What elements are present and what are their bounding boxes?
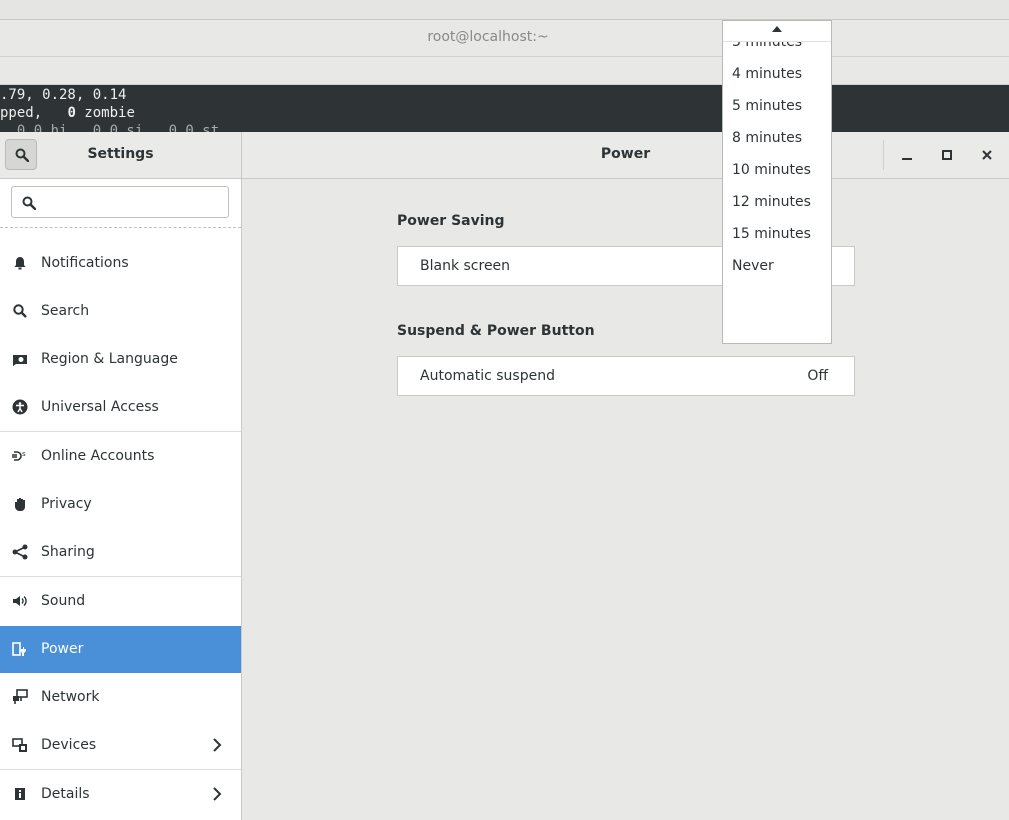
chevron-right-icon [213,787,222,801]
online-accounts-icon: s [12,450,26,461]
devices-icon [12,738,27,752]
settings-window: Settings Power Notifications Search Regi… [0,132,1009,820]
close-button[interactable] [976,145,998,165]
sidebar-item-label: Online Accounts [41,448,155,464]
power-saving-title: Power Saving [397,213,505,229]
dropdown-option[interactable]: 10 minutes [732,162,811,178]
sidebar-divider [0,227,241,228]
hand-icon [15,498,25,511]
maximize-icon [942,150,952,160]
sidebar-item-network[interactable]: Network [0,674,241,721]
sidebar-item-label: Region & Language [41,351,178,367]
sidebar-separator [0,431,241,432]
bell-icon [14,257,26,270]
sidebar-item-universal-access[interactable]: Universal Access [0,384,241,431]
sidebar-item-label: Devices [41,737,97,753]
sidebar-item-region-language[interactable]: Region & Language [0,336,241,383]
terminal-text: zombie [75,105,135,121]
sidebar-item-label: Sharing [41,544,95,560]
maximize-button[interactable] [936,145,958,165]
sidebar-item-sharing[interactable]: Sharing [0,529,241,576]
info-icon [15,788,25,800]
blank-screen-label: Blank screen [420,258,511,274]
sidebar-item-search[interactable]: Search [0,288,241,335]
sidebar-item-power[interactable]: Power [0,626,241,673]
dropdown-option[interactable]: 5 minutes [732,98,802,114]
dropdown-option[interactable]: Never [732,258,774,274]
automatic-suspend-row[interactable]: Automatic suspend Off [397,356,855,396]
sidebar-item-online-accounts[interactable]: s Online Accounts [0,433,241,480]
terminal-line: 0.0 hi, 0.0 si, 0.0 st [0,123,220,132]
automatic-suspend-value: Off [807,368,828,384]
minimize-icon [902,158,912,160]
region-icon [13,355,27,366]
sidebar-separator [0,576,241,577]
search-input[interactable] [11,186,229,218]
sidebar-item-label: Sound [41,593,86,609]
sidebar-item-details[interactable]: Details [0,771,241,818]
terminal-text: pped, [0,105,68,121]
minimize-button[interactable] [896,145,918,165]
dropdown-option[interactable]: 8 minutes [732,130,802,146]
panel-headerbar: Power [242,132,1009,179]
scroll-up-arrow[interactable] [723,21,831,42]
terminal-output[interactable]: .79, 0.28, 0.14 pped, 0 zombie 0.0 hi, 0… [0,85,1009,132]
blank-screen-dropdown[interactable]: 3 minutes 4 minutes 5 minutes 8 minutes … [722,20,832,344]
search-icon [22,196,36,210]
panel-title: Power [600,146,651,162]
network-icon [13,689,28,704]
dropdown-option[interactable]: 4 minutes [732,66,802,82]
terminal-text: 0 [67,105,76,121]
dropdown-option[interactable]: 12 minutes [732,194,811,210]
sidebar-separator [0,769,241,770]
sidebar-item-notifications[interactable]: Notifications [0,240,241,287]
top-bar [0,0,1009,20]
power-plug-icon [12,642,26,656]
close-icon [982,150,992,160]
sidebar-item-label: Details [41,786,90,802]
chevron-right-icon [213,738,222,752]
terminal-line: .79, 0.28, 0.14 [0,87,127,103]
svg-text:s: s [22,450,26,458]
search-icon [13,304,27,318]
share-icon [12,544,28,560]
sidebar-item-privacy[interactable]: Privacy [0,481,241,528]
sidebar-item-sound[interactable]: Sound [0,578,241,625]
sidebar-item-label: Search [41,303,90,319]
terminal-tab-strip [0,57,1009,85]
terminal-headerbar: root@localhost:~ [0,20,1009,57]
terminal-line: pped, 0 zombie [0,104,135,122]
sidebar-item-label: Network [41,689,100,705]
suspend-section-title: Suspend & Power Button [397,323,595,339]
sidebar-item-label: Universal Access [41,399,159,415]
accessibility-icon [12,399,28,415]
arrow-up-icon [772,26,782,32]
sidebar-item-devices[interactable]: Devices [0,722,241,769]
headerbar-separator [883,140,884,170]
sidebar-title: Settings [87,146,154,162]
sidebar-item-label: Notifications [41,255,129,271]
sidebar-item-label: Privacy [41,496,92,512]
sidebar: Notifications Search Region & Language U… [0,179,242,820]
dropdown-option[interactable]: 15 minutes [732,226,811,242]
automatic-suspend-label: Automatic suspend [420,368,555,384]
speaker-icon [13,595,27,607]
sidebar-item-label: Power [41,641,84,657]
sidebar-headerbar: Settings [0,132,242,179]
